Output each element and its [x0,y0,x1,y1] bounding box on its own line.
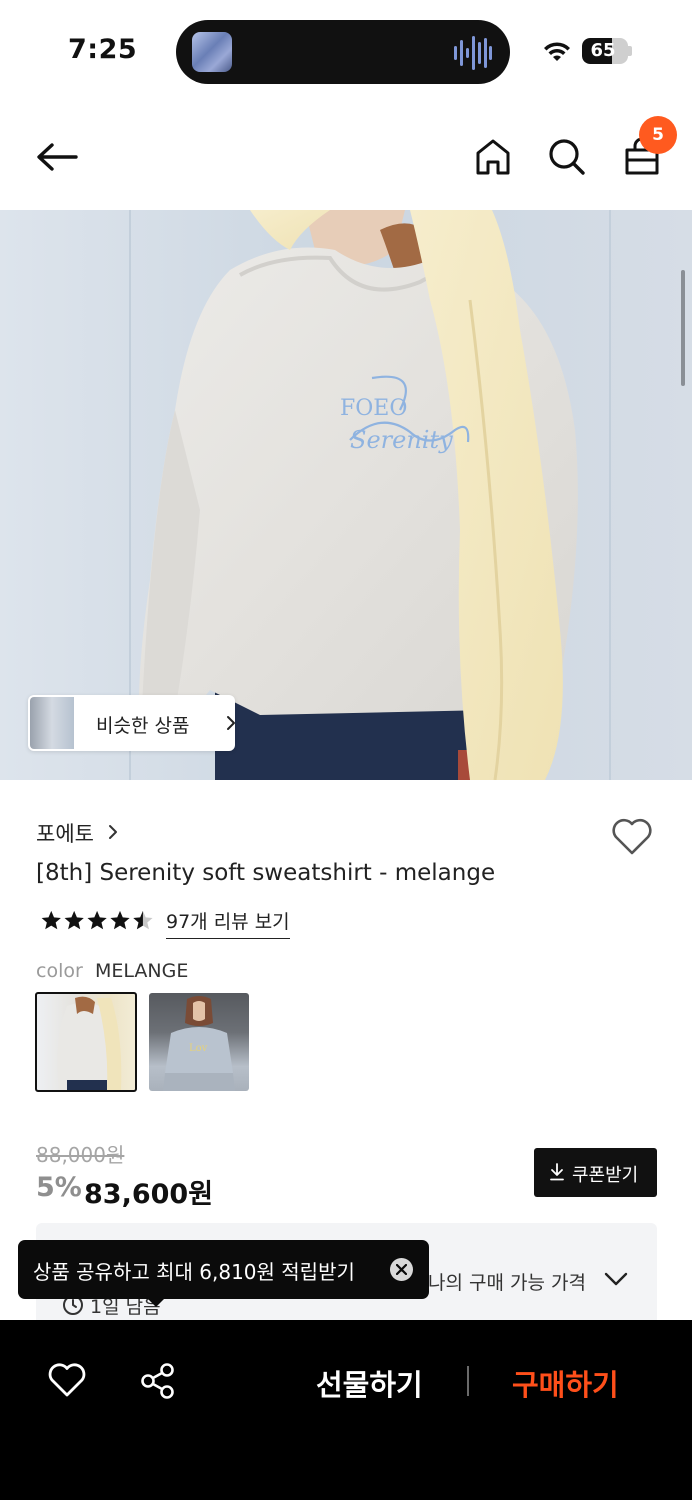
star-icon [110,910,130,930]
toast-pointer [146,1297,166,1307]
star-icon [64,910,84,930]
wishlist-heart-icon[interactable] [610,816,654,856]
color-value: MELANGE [95,960,189,982]
my-price-label[interactable]: 나의 구매 가능 가격 [428,1268,586,1295]
gift-button[interactable]: 선물하기 [316,1362,423,1404]
home-icon[interactable] [475,138,511,176]
download-icon [550,1163,564,1181]
top-nav [0,100,692,210]
coupon-download-button[interactable]: 쿠폰받기 [534,1148,657,1197]
buy-button[interactable]: 구매하기 [512,1362,619,1404]
similar-products-label: 비슷한 상품 [96,715,190,737]
search-icon[interactable] [548,138,586,176]
similar-products-thumbnail [30,697,74,749]
star-icon [41,910,61,930]
status-bar: 7:25 65 [0,0,692,100]
share-icon[interactable] [139,1362,177,1400]
swatch-thumbnail: Lov [163,996,235,1091]
similar-products-button[interactable]: 비슷한 상품 [28,695,235,751]
button-divider [467,1366,469,1396]
star-icon [87,910,107,930]
color-label: color [36,960,83,982]
status-time: 7:25 [68,34,138,65]
rating-stars [41,910,153,930]
discount-rate: 5% [36,1172,82,1203]
review-link[interactable]: 97개 리뷰 보기 [166,907,290,939]
chevron-right-icon[interactable] [108,824,118,840]
sale-price: 83,600원 [84,1179,214,1210]
chevron-down-icon[interactable] [604,1272,628,1286]
bottom-action-bar [0,1320,692,1500]
svg-text:Serenity: Serenity [350,426,453,454]
coupon-label: 쿠폰받기 [572,1165,639,1186]
swatch-thumbnail [57,996,122,1090]
battery-icon: 65 [582,38,628,64]
audio-waveform-icon [454,36,492,70]
cart-count-badge: 5 [639,116,677,154]
share-reward-toast[interactable]: 상품 공유하고 최대 6,810원 적립받기 [18,1240,429,1299]
color-swatch-gray[interactable]: Lov [149,993,249,1091]
battery-cap [628,46,632,56]
brand-link[interactable]: 포에토 [36,818,94,848]
back-arrow-icon[interactable] [36,142,78,172]
heart-icon[interactable] [47,1362,87,1398]
product-title: [8th] Serenity soft sweatshirt - melange [36,860,496,886]
chevron-right-icon [227,716,235,730]
svg-text:Lov: Lov [189,1043,208,1054]
image-scroll-indicator [681,270,685,386]
original-price: 88,000원 [36,1143,125,1167]
svg-text:FOEO: FOEO [340,396,407,421]
now-playing-thumbnail [192,32,232,72]
wifi-icon [544,42,570,61]
color-swatch-melange[interactable] [35,992,137,1092]
toast-message: 상품 공유하고 최대 6,810원 적립받기 [33,1260,355,1284]
close-icon[interactable] [390,1258,413,1281]
dynamic-island[interactable] [176,20,510,84]
battery-percent: 65 [590,40,616,61]
